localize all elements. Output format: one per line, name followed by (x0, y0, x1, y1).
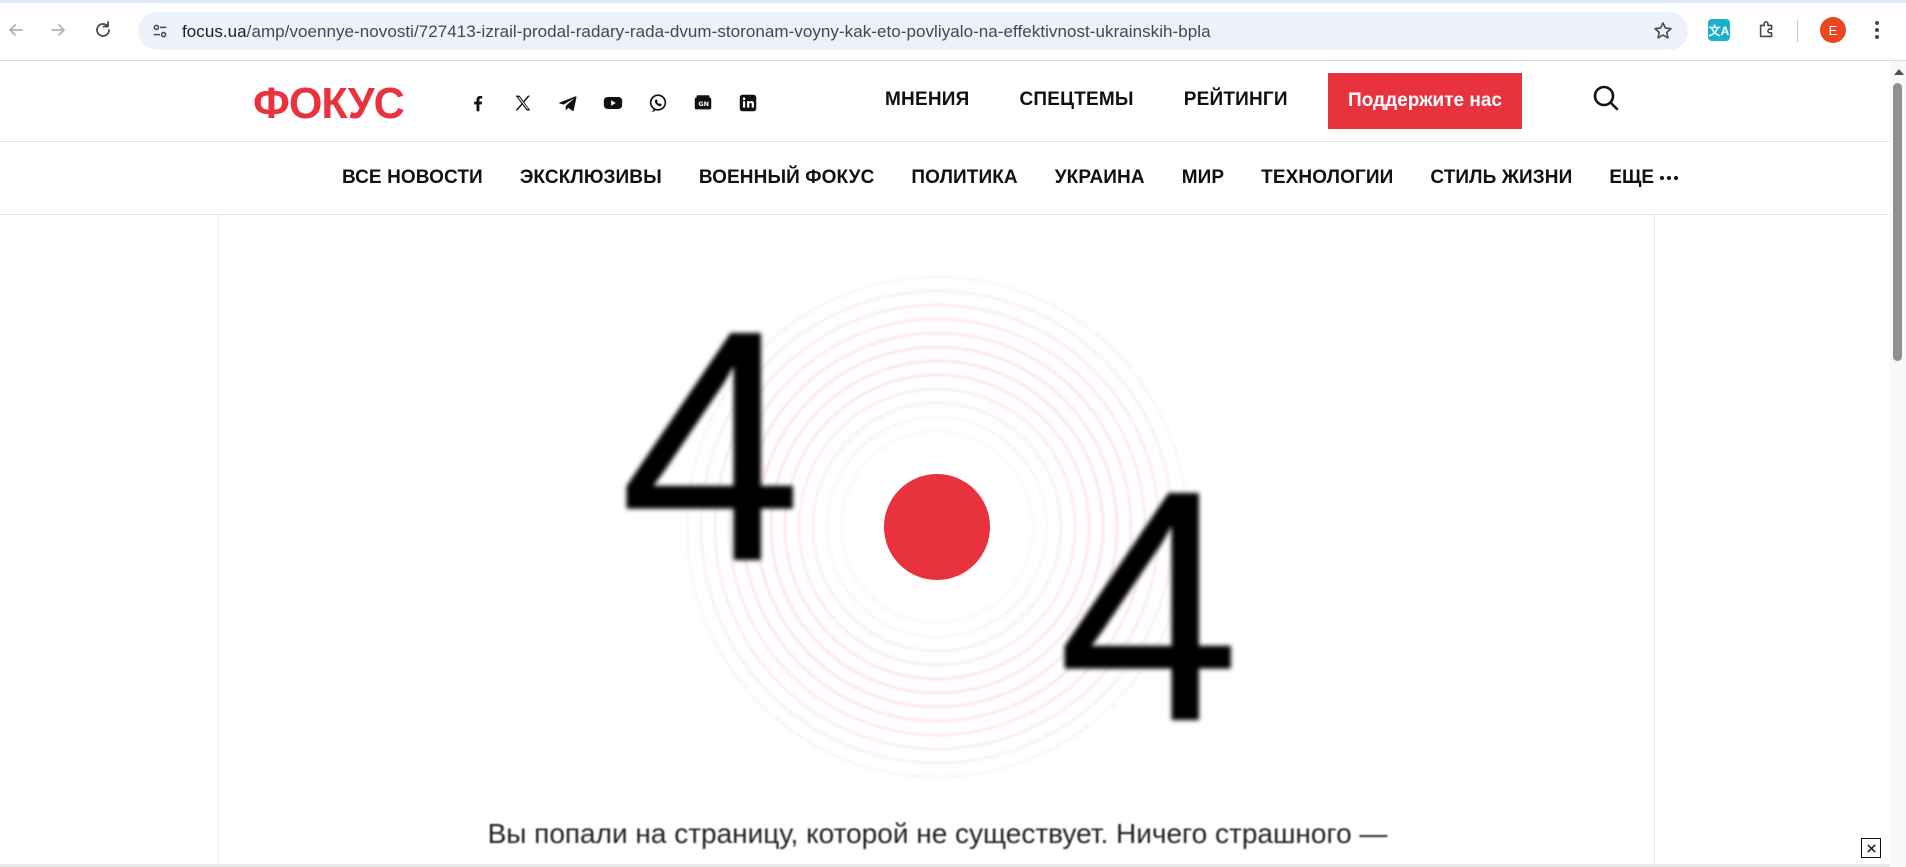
nav-item-all-news[interactable]: ВСЕ НОВОСТИ (342, 167, 483, 189)
error-illustration: 4 4 (219, 215, 1656, 795)
nav-item-exclusives[interactable]: ЭКСКЛЮЗИВЫ (520, 167, 662, 189)
telegram-link[interactable] (556, 91, 580, 115)
url-path: /amp/voennye-novosti/727413-izrail-proda… (246, 22, 1211, 41)
site-logo[interactable]: ФОКУС (253, 79, 405, 129)
top-link-ratings[interactable]: РЕЙТИНГИ (1184, 89, 1288, 111)
page-scrollbar[interactable] (1890, 61, 1906, 867)
nav-item-lifestyle[interactable]: СТИЛЬ ЖИЗНИ (1430, 167, 1572, 189)
scroll-up-arrow-icon[interactable] (1894, 69, 1904, 75)
support-button[interactable]: Поддержите нас (1328, 73, 1522, 129)
section-nav-items: ВСЕ НОВОСТИ ЭКСКЛЮЗИВЫ ВОЕННЫЙ ФОКУС ПОЛ… (342, 167, 1679, 189)
facebook-link[interactable] (466, 91, 490, 115)
more-dots-icon (1660, 176, 1679, 180)
nav-more-label: ЕЩЕ (1609, 167, 1655, 188)
nav-item-ukraine[interactable]: УКРАИНА (1055, 167, 1145, 189)
browser-toolbar: focus.ua/amp/voennye-novosti/727413-izra… (0, 0, 1906, 61)
dot (1875, 28, 1879, 32)
dot (1875, 21, 1879, 25)
nav-item-technology[interactable]: ТЕХНОЛОГИИ (1261, 167, 1393, 189)
nav-more-button[interactable]: ЕЩЕ (1609, 167, 1679, 189)
youtube-icon (603, 97, 623, 109)
dot (1875, 35, 1879, 39)
site-header: ФОКУС GN МНЕНИЯ СПЕЦТЕМЫ РЕЙТИНГИ Поддер… (0, 61, 1890, 142)
x-link[interactable] (511, 91, 535, 115)
error-digit-left: 4 (619, 261, 803, 630)
toolbar-separator (1797, 20, 1798, 42)
close-icon (1866, 843, 1876, 853)
x-icon (515, 95, 531, 111)
section-nav: ВСЕ НОВОСТИ ЭКСКЛЮЗИВЫ ВОЕННЫЙ ФОКУС ПОЛ… (0, 142, 1890, 215)
linkedin-icon (739, 94, 757, 112)
google-news-icon: GN (694, 95, 712, 110)
browser-menu-button[interactable] (1872, 18, 1882, 42)
url-text[interactable]: focus.ua/amp/voennye-novosti/727413-izra… (182, 22, 1211, 42)
scroll-thumb[interactable] (1893, 83, 1902, 361)
url-domain: focus.ua (182, 22, 247, 41)
google-news-link[interactable]: GN (691, 91, 715, 115)
viber-icon (649, 94, 667, 113)
svg-text:GN: GN (698, 100, 709, 108)
youtube-link[interactable] (601, 91, 625, 115)
top-links: МНЕНИЯ СПЕЦТЕМЫ РЕЙТИНГИ (885, 89, 1338, 111)
tune-icon (153, 24, 167, 38)
address-bar[interactable]: focus.ua/amp/voennye-novosti/727413-izra… (138, 12, 1688, 50)
telegram-icon (559, 96, 577, 112)
error-page-content: 4 4 Вы попали на страницу, которой не су… (218, 215, 1655, 867)
nav-item-politics[interactable]: ПОЛИТИКА (911, 167, 1017, 189)
arrow-right-icon (51, 24, 65, 36)
search-button[interactable] (1590, 83, 1622, 115)
forward-button[interactable] (42, 14, 74, 46)
site-info-button[interactable] (146, 17, 174, 45)
tab-strip-edge (0, 0, 1906, 3)
nav-item-world[interactable]: МИР (1182, 167, 1224, 189)
facebook-icon (474, 95, 483, 112)
search-icon (1593, 85, 1619, 111)
translate-icon: 文A (1708, 19, 1730, 41)
top-link-opinions[interactable]: МНЕНИЯ (885, 89, 969, 111)
reload-button[interactable] (87, 14, 119, 46)
extensions-button[interactable] (1752, 15, 1782, 45)
back-button[interactable] (0, 14, 32, 46)
profile-avatar[interactable]: E (1820, 17, 1846, 43)
top-link-special-topics[interactable]: СПЕЦТЕМЫ (1019, 89, 1133, 111)
linkedin-link[interactable] (736, 91, 760, 115)
bookmark-star-icon[interactable] (1652, 20, 1674, 42)
translate-extension-button[interactable]: 文A (1704, 15, 1734, 45)
puzzle-icon (1759, 20, 1773, 38)
error-digit-right: 4 (1057, 421, 1241, 790)
viber-link[interactable] (646, 91, 670, 115)
error-404-graphic: 4 4 (619, 261, 1241, 790)
reload-icon (96, 21, 110, 37)
close-ad-button[interactable] (1861, 838, 1881, 858)
nav-item-military-focus[interactable]: ВОЕННЫЙ ФОКУС (699, 167, 875, 189)
error-red-dot (884, 474, 990, 580)
arrow-left-icon (9, 24, 23, 36)
error-message: Вы попали на страницу, которой не сущест… (487, 818, 1388, 849)
social-links: GN (466, 91, 760, 115)
